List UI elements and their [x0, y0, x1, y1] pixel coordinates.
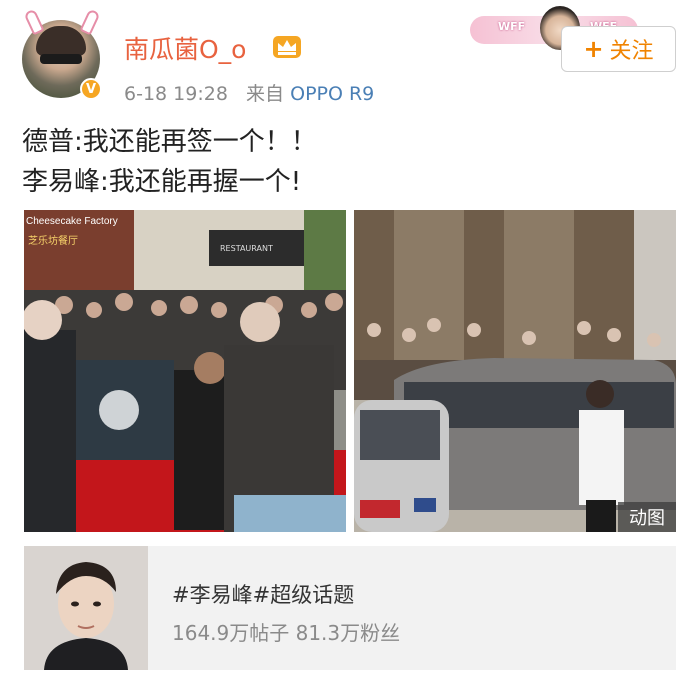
post-text-line-1: 德普:我还能再签一个！！ — [22, 127, 317, 157]
post-text-line-2: 李易峰:我还能再握一个! — [22, 167, 302, 197]
topic-portrait-image — [24, 546, 148, 670]
photo-right-gif[interactable]: 动图 — [354, 210, 676, 532]
bunny-ear-left-icon — [23, 8, 45, 36]
username[interactable]: 南瓜菌O_o — [124, 30, 246, 66]
crown-icon[interactable] — [272, 34, 302, 60]
topic-stats: 164.9万帖子 81.3万粉丝 — [172, 621, 401, 645]
plus-icon: + — [583, 35, 604, 63]
gif-badge: 动图 — [618, 502, 676, 532]
topic-title[interactable]: #李易峰#超级话题 — [172, 579, 354, 609]
sticker-text-left: WFF — [498, 20, 526, 33]
verified-badge-icon: V — [80, 78, 102, 100]
photo-left-scene — [24, 210, 346, 532]
avatar[interactable]: V — [22, 8, 108, 102]
topic-card[interactable]: #李易峰#超级话题 164.9万帖子 81.3万粉丝 — [24, 546, 676, 670]
topic-thumbnail — [24, 546, 148, 670]
follow-label: 关注 — [609, 39, 654, 64]
post-time: 6-18 19:28 — [124, 83, 228, 105]
weibo-post-card: V 南瓜菌O_o 6-18 19:28 来自 OPPO R9 WFF WFF +… — [0, 0, 700, 676]
photo-right-scene — [354, 210, 676, 532]
post-meta: 6-18 19:28 来自 OPPO R9 — [124, 79, 374, 106]
restaurant-sign-right: RESTAURANT — [220, 244, 273, 253]
source-prefix: 来自 — [246, 83, 285, 105]
device-link[interactable]: OPPO R9 — [290, 83, 374, 105]
restaurant-sign: Cheesecake Factory — [26, 216, 118, 227]
follow-button[interactable]: + 关注 — [561, 26, 676, 72]
avatar-sunglasses — [40, 54, 82, 64]
photo-left[interactable]: Cheesecake Factory 芝乐坊餐厅 RESTAURANT — [24, 210, 346, 532]
bunny-ear-right-icon — [79, 8, 101, 36]
avatar-hair — [36, 26, 86, 56]
restaurant-sign-cn: 芝乐坊餐厅 — [28, 236, 78, 247]
